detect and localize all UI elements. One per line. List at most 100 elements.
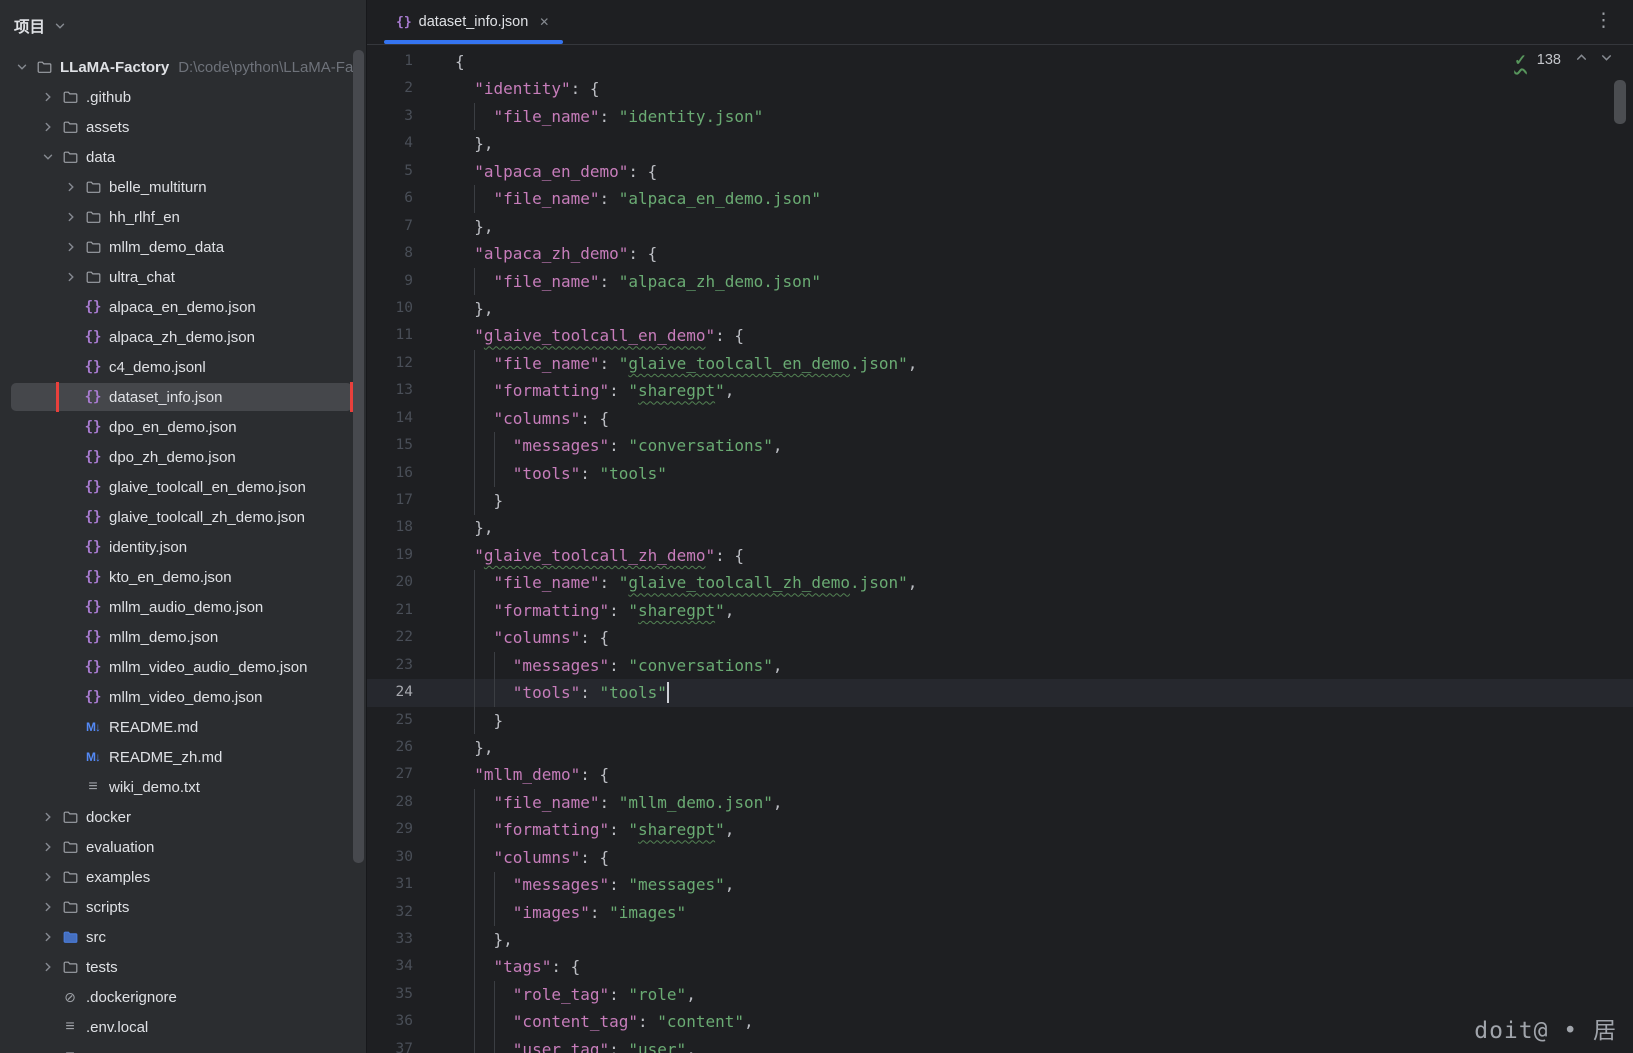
chevron-right-icon[interactable] — [36, 931, 60, 943]
tree-item[interactable]: ⊘.dockerignore — [0, 982, 366, 1012]
chevron-right-icon[interactable] — [36, 901, 60, 913]
code-line[interactable]: 9 "file_name": "alpaca_zh_demo.json" — [367, 268, 1633, 295]
tree-item[interactable]: M↓README_zh.md — [0, 742, 366, 772]
code-line[interactable]: 36 "content_tag": "content", — [367, 1008, 1633, 1035]
chevron-right-icon[interactable] — [59, 241, 83, 253]
code-line[interactable]: 2 "identity": { — [367, 75, 1633, 102]
tree-item[interactable]: {}glaive_toolcall_zh_demo.json — [0, 502, 366, 532]
chevron-down-icon[interactable] — [36, 151, 60, 163]
tree-item[interactable]: .github — [0, 82, 366, 112]
kebab-menu-icon[interactable]: ⋮ — [1594, 9, 1613, 32]
code-line[interactable]: 26 }, — [367, 734, 1633, 761]
tree-item[interactable]: evaluation — [0, 832, 366, 862]
code-line[interactable]: 34 "tags": { — [367, 953, 1633, 980]
code-line[interactable]: 27 "mllm_demo": { — [367, 761, 1633, 788]
tree-item[interactable]: ≡wiki_demo.txt — [0, 772, 366, 802]
chevron-down-icon[interactable] — [10, 61, 34, 73]
code-line[interactable]: 35 "role_tag": "role", — [367, 981, 1633, 1008]
chevron-down-icon[interactable] — [1600, 51, 1613, 69]
tree-item[interactable]: belle_multiturn — [0, 172, 366, 202]
code-line[interactable]: 30 "columns": { — [367, 844, 1633, 871]
tree-item[interactable]: {}dpo_en_demo.json — [0, 412, 366, 442]
tree-item[interactable]: {}identity.json — [0, 532, 366, 562]
project-tree-scrollbar[interactable] — [353, 50, 364, 863]
code-line[interactable]: 6 "file_name": "alpaca_en_demo.json" — [367, 185, 1633, 212]
code-line[interactable]: 23 "messages": "conversations", — [367, 652, 1633, 679]
tree-item[interactable]: examples — [0, 862, 366, 892]
code-line[interactable]: 5 "alpaca_en_demo": { — [367, 158, 1633, 185]
tree-item[interactable]: {}mllm_demo.json — [0, 622, 366, 652]
code-line[interactable]: 37 "user_tag": "user", — [367, 1036, 1633, 1053]
tree-item[interactable]: M↓README.md — [0, 712, 366, 742]
tree-item[interactable]: {}alpaca_en_demo.json — [0, 292, 366, 322]
code-line[interactable]: 16 "tools": "tools" — [367, 460, 1633, 487]
tree-item[interactable]: assets — [0, 112, 366, 142]
code-line[interactable]: 15 "messages": "conversations", — [367, 432, 1633, 459]
chevron-right-icon[interactable] — [36, 841, 60, 853]
chevron-right-icon[interactable] — [36, 871, 60, 883]
chevron-right-icon[interactable] — [36, 811, 60, 823]
chevron-right-icon[interactable] — [59, 211, 83, 223]
indent-guide — [474, 570, 475, 735]
chevron-right-icon[interactable] — [59, 271, 83, 283]
chevron-up-icon[interactable] — [1575, 51, 1588, 69]
code-line[interactable]: 10 }, — [367, 295, 1633, 322]
code-line[interactable]: 21 "formatting": "sharegpt", — [367, 597, 1633, 624]
tree-item[interactable]: {}alpaca_zh_demo.json — [0, 322, 366, 352]
tree-item[interactable]: hh_rlhf_en — [0, 202, 366, 232]
tree-item[interactable]: ≡.env.local — [0, 1012, 366, 1042]
tree-item[interactable]: {}kto_en_demo.json — [0, 562, 366, 592]
code-line[interactable]: 29 "formatting": "sharegpt", — [367, 816, 1633, 843]
tree-item[interactable]: {}glaive_toolcall_en_demo.json — [0, 472, 366, 502]
tree-item[interactable]: {}mllm_video_audio_demo.json — [0, 652, 366, 682]
tree-item[interactable]: {}mllm_audio_demo.json — [0, 592, 366, 622]
tree-item[interactable]: mllm_demo_data — [0, 232, 366, 262]
tree-item[interactable]: LLaMA-FactoryD:\code\python\LLaMA-Fac — [0, 52, 366, 82]
close-icon[interactable]: ✕ — [539, 15, 549, 29]
code-line[interactable]: 3 "file_name": "identity.json" — [367, 103, 1633, 130]
tree-item[interactable]: {}dpo_zh_demo.json — [0, 442, 366, 472]
tree-item[interactable]: {}c4_demo.jsonl — [0, 352, 366, 382]
chevron-right-icon[interactable] — [36, 91, 60, 103]
chevron-right-icon[interactable] — [36, 961, 60, 973]
chevron-down-icon[interactable] — [54, 20, 66, 32]
code-line[interactable]: 19 "glaive_toolcall_zh_demo": { — [367, 542, 1633, 569]
code-line[interactable]: 7 }, — [367, 213, 1633, 240]
code-line[interactable]: 31 "messages": "messages", — [367, 871, 1633, 898]
tree-item[interactable]: docker — [0, 802, 366, 832]
tab-dataset-info-json[interactable]: {} dataset_info.json ✕ — [384, 0, 563, 44]
code-content[interactable]: 1{2 "identity": {3 "file_name": "identit… — [367, 45, 1633, 1053]
code-line[interactable]: 1{ — [367, 48, 1633, 75]
code-line[interactable]: 28 "file_name": "mllm_demo.json", — [367, 789, 1633, 816]
chevron-right-icon[interactable] — [59, 181, 83, 193]
code-line[interactable]: 18 }, — [367, 514, 1633, 541]
tree-item[interactable]: {}dataset_info.json — [0, 382, 366, 412]
chevron-right-icon[interactable] — [36, 121, 60, 133]
code-line[interactable]: 25 } — [367, 707, 1633, 734]
code-line[interactable]: 17 } — [367, 487, 1633, 514]
code-line[interactable]: 4 }, — [367, 130, 1633, 157]
code-line[interactable]: 24 "tools": "tools" — [367, 679, 1633, 706]
tree-item[interactable]: ≡ — [0, 1042, 366, 1053]
code-line-text: "formatting": "sharegpt", — [413, 816, 734, 843]
code-line[interactable]: 32 "images": "images" — [367, 899, 1633, 926]
tree-item[interactable]: tests — [0, 952, 366, 982]
code-editor[interactable]: ✓ 138 1{2 "identity": {3 "file_name": "i… — [367, 45, 1633, 1053]
tree-item[interactable]: src — [0, 922, 366, 952]
code-line[interactable]: 33 }, — [367, 926, 1633, 953]
tree-item[interactable]: scripts — [0, 892, 366, 922]
code-line[interactable]: 12 "file_name": "glaive_toolcall_en_demo… — [367, 350, 1633, 377]
code-line[interactable]: 22 "columns": { — [367, 624, 1633, 651]
project-panel-header[interactable]: 项目 — [0, 0, 366, 40]
inspections-widget[interactable]: ✓ 138 — [1514, 51, 1613, 69]
code-line[interactable]: 20 "file_name": "glaive_toolcall_zh_demo… — [367, 569, 1633, 596]
code-line[interactable]: 14 "columns": { — [367, 405, 1633, 432]
code-line[interactable]: 13 "formatting": "sharegpt", — [367, 377, 1633, 404]
tree-item[interactable]: {}mllm_video_demo.json — [0, 682, 366, 712]
tree-item[interactable]: data — [0, 142, 366, 172]
json-file-icon: {} — [83, 689, 103, 705]
code-line[interactable]: 8 "alpaca_zh_demo": { — [367, 240, 1633, 267]
tree-item[interactable]: ultra_chat — [0, 262, 366, 292]
code-line[interactable]: 11 "glaive_toolcall_en_demo": { — [367, 322, 1633, 349]
editor-scrollbar[interactable] — [1614, 80, 1626, 124]
